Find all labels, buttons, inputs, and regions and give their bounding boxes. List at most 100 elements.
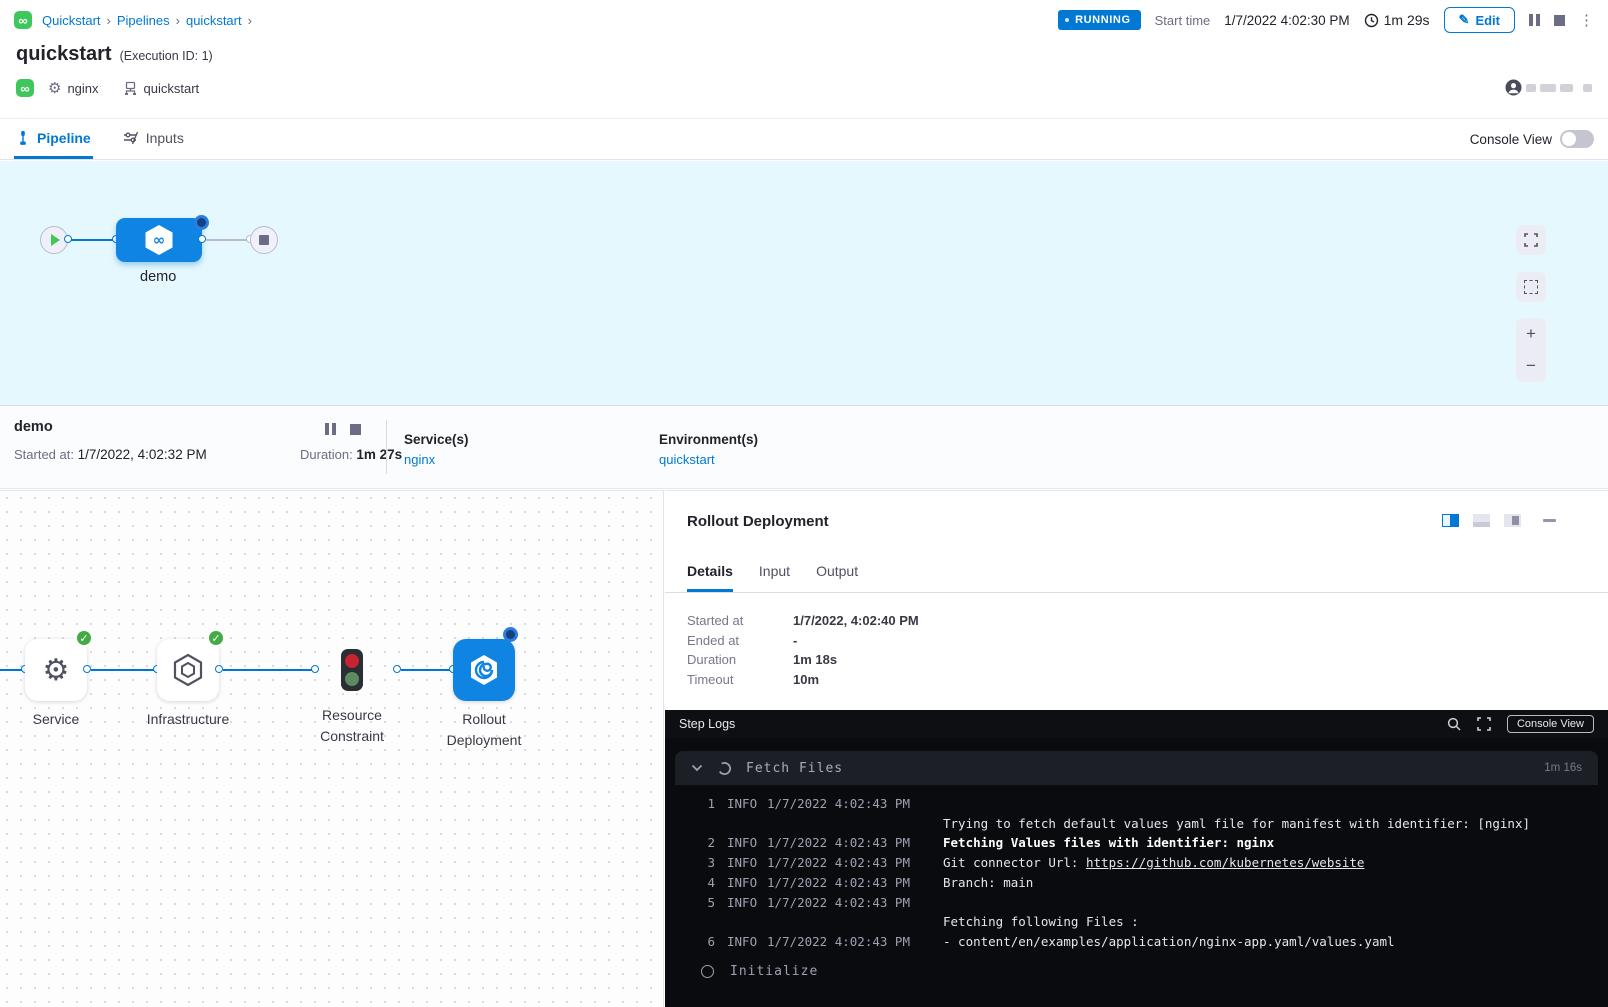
breadcrumb-link-pipelines[interactable]: Pipelines	[117, 13, 170, 28]
minimize-panel-button[interactable]	[1543, 519, 1556, 522]
layout-split-right-button[interactable]	[1442, 514, 1459, 527]
environment-tag[interactable]: quickstart	[123, 81, 200, 96]
panel-title: Rollout Deployment	[687, 513, 829, 530]
chevron-down-icon	[691, 764, 703, 772]
execution-id: (Execution ID: 1)	[120, 49, 213, 63]
stage-info-bar: demo Started at: 1/7/2022, 4:02:32 PM Du…	[0, 405, 1608, 489]
stage-node-demo[interactable]: ∞	[116, 218, 202, 262]
tab-input[interactable]: Input	[759, 553, 790, 592]
expand-logs-icon[interactable]	[1477, 717, 1491, 731]
stage-stop-button[interactable]	[350, 424, 361, 435]
traffic-light-green-icon	[345, 672, 359, 686]
step-label-resource-constraint: Resource Constraint	[306, 705, 398, 747]
service-tag[interactable]: ⚙ nginx	[48, 79, 99, 97]
divider	[386, 420, 387, 474]
log-row-2: Trying to fetch default values yaml file…	[699, 814, 1608, 834]
execution-graph-canvas[interactable]: ⚙ ✓ ✓ Service Inf	[0, 490, 664, 1007]
log-row-1: 1INFO1/7/2022 4:02:43 PM	[699, 794, 1608, 814]
redacted-username	[1540, 84, 1556, 92]
connector-dot	[64, 235, 72, 243]
pipeline-canvas[interactable]: ∞ demo + −	[0, 161, 1608, 405]
log-link[interactable]: https://github.com/kubernetes/website	[1086, 855, 1364, 870]
inputs-icon	[123, 131, 139, 145]
running-spinner-icon	[503, 627, 518, 642]
zoom-in-button[interactable]: +	[1516, 318, 1546, 350]
rollout-deployment-icon	[467, 652, 501, 688]
cd-stage-icon: ∞	[144, 225, 174, 255]
redacted-username	[1526, 84, 1536, 92]
detail-row-ended-at: Ended at-	[687, 631, 919, 651]
stage-started-value: 1/7/2022, 4:02:32 PM	[78, 447, 207, 462]
stage-started-label: Started at:	[14, 447, 74, 462]
log-row-8: 6INFO1/7/2022 4:02:43 PM- content/en/exa…	[699, 932, 1608, 952]
tab-pipeline[interactable]: Pipeline	[14, 119, 93, 159]
start-time-label: Start time	[1155, 13, 1211, 28]
log-row-7: Fetching following Files :	[699, 912, 1608, 932]
pending-circle-icon	[701, 965, 714, 978]
fullscreen-icon	[1524, 233, 1538, 247]
edge-demo-to-end	[206, 239, 250, 241]
duration-label: Duration:	[300, 447, 353, 462]
page-title: quickstart	[16, 43, 112, 66]
start-time-value: 1/7/2022 4:02:30 PM	[1224, 13, 1349, 28]
stage-node-label: demo	[140, 269, 176, 285]
fullscreen-button[interactable]	[1516, 225, 1546, 255]
detail-row-timeout: Timeout10m	[687, 670, 919, 690]
connector-dot	[393, 665, 401, 673]
tab-details[interactable]: Details	[687, 553, 733, 592]
step-node-service[interactable]: ⚙	[25, 639, 87, 701]
zoom-controls: + −	[1516, 318, 1546, 382]
more-options-button[interactable]: ⋮	[1579, 13, 1594, 28]
section-duration: 1m 16s	[1544, 762, 1582, 774]
pipeline-end-node[interactable]	[250, 226, 278, 254]
console-view-label: Console View	[1470, 132, 1552, 147]
layout-bottom-button[interactable]	[1473, 514, 1490, 527]
view-tabbar: Pipeline Inputs Console View	[0, 118, 1608, 160]
step-node-rollout-deployment[interactable]	[453, 639, 515, 701]
log-row-4: 3INFO1/7/2022 4:02:43 PMGit connector Ur…	[699, 853, 1608, 873]
infrastructure-hexagon-icon	[172, 653, 204, 687]
log-console[interactable]: Fetch Files 1m 16s 1INFO1/7/2022 4:02:43…	[665, 738, 1608, 1007]
log-section-initialize[interactable]: Initialize	[701, 964, 1608, 979]
logs-console-view-button[interactable]: Console View	[1507, 715, 1594, 733]
environments-label: Environment(s)	[659, 432, 758, 447]
marquee-select-button[interactable]	[1516, 272, 1546, 302]
status-badge: RUNNING	[1058, 10, 1141, 30]
services-label: Service(s)	[404, 432, 469, 447]
cd-module-icon: ∞	[16, 79, 34, 97]
harness-logo-icon: ∞	[14, 11, 32, 29]
success-check-icon: ✓	[207, 629, 225, 647]
step-details-panel: Rollout Deployment Details Input Output …	[665, 490, 1608, 710]
log-section-fetch-files[interactable]: Fetch Files 1m 16s	[675, 751, 1598, 785]
pipeline-icon	[16, 130, 30, 146]
stage-pause-button[interactable]	[325, 423, 336, 435]
edit-button[interactable]: ✎Edit	[1444, 7, 1515, 33]
redacted-username	[1560, 84, 1573, 92]
console-view-toggle[interactable]	[1560, 130, 1594, 148]
step-label-rollout-deployment: Rollout Deployment	[438, 709, 530, 751]
pencil-icon: ✎	[1459, 12, 1470, 28]
log-row-3: 2INFO1/7/2022 4:02:43 PMFetching Values …	[699, 833, 1608, 853]
log-lines: 1INFO1/7/2022 4:02:43 PMTrying to fetch …	[665, 791, 1608, 952]
marquee-icon	[1524, 280, 1538, 294]
step-node-resource-constraint[interactable]	[341, 649, 363, 691]
section-title: Initialize	[730, 964, 818, 979]
breadcrumb-link-quickstart[interactable]: Quickstart	[42, 13, 101, 28]
stop-pipeline-button[interactable]	[1554, 15, 1565, 26]
duration-value: 1m 27s	[356, 447, 402, 462]
user-avatar-icon	[1505, 79, 1522, 96]
tab-inputs[interactable]: Inputs	[121, 119, 186, 159]
step-node-infrastructure[interactable]	[157, 639, 219, 701]
log-row-6: 5INFO1/7/2022 4:02:43 PM	[699, 893, 1608, 913]
service-link-nginx[interactable]: nginx	[404, 452, 469, 467]
connector-dot	[311, 665, 319, 673]
breadcrumb-link-pipeline-quickstart[interactable]: quickstart	[186, 13, 242, 28]
details-table: Started at1/7/2022, 4:02:40 PM Ended at-…	[687, 611, 919, 689]
tab-output[interactable]: Output	[816, 553, 858, 592]
pause-pipeline-button[interactable]	[1529, 14, 1540, 26]
layout-drawer-button[interactable]	[1504, 514, 1521, 527]
search-icon[interactable]	[1447, 717, 1461, 731]
breadcrumb-separator: ›	[107, 13, 111, 28]
environment-link-quickstart[interactable]: quickstart	[659, 452, 758, 467]
zoom-out-button[interactable]: −	[1516, 350, 1546, 382]
